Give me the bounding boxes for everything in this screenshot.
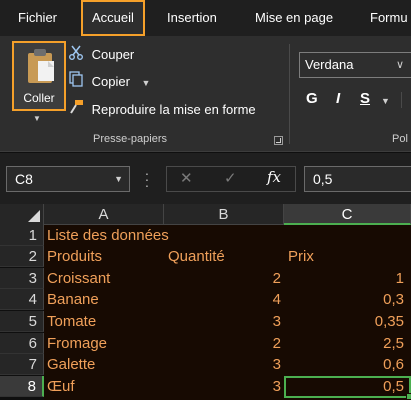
underline-dropdown-icon[interactable]: ▼ [381,96,390,106]
cut-button[interactable]: Couper [68,44,134,66]
font-name-value: Verdana [305,57,354,72]
paste-dropdown-icon[interactable]: ▼ [33,114,41,123]
cell-c3[interactable]: 1 [284,268,404,289]
row-header-1[interactable]: 1 [0,225,44,246]
copy-button[interactable]: Copier ▼ [68,71,150,93]
bold-button[interactable]: G [306,90,318,107]
copy-dropdown-icon[interactable]: ▼ [142,78,151,88]
cell-a4[interactable]: Banane [47,289,99,310]
active-cell-border[interactable] [284,376,411,400]
row-header-3[interactable]: 3 [0,268,44,289]
format-separator [401,92,402,108]
column-header-b[interactable]: B [164,204,284,225]
cancel-formula-icon[interactable]: ✕ [180,166,193,192]
row-header-8[interactable]: 8 [0,376,44,397]
column-header-c[interactable]: C [284,204,411,225]
tab-formules[interactable]: Formu [370,0,408,36]
format-painter-button[interactable]: Reproduire la mise en forme [68,99,256,121]
formula-bar-grip-icon[interactable]: · · · [144,166,150,192]
tab-mise-en-page[interactable]: Mise en page [255,0,333,36]
enter-formula-icon[interactable]: ✓ [224,166,237,192]
cell-a6[interactable]: Fromage [47,333,107,354]
tab-accueil[interactable]: Accueil [81,0,145,36]
clipboard-dialog-launcher-icon[interactable] [274,136,283,145]
cell-a1[interactable]: Liste des données [47,225,169,246]
cell-c2[interactable]: Prix [288,246,314,267]
copy-label: Copier [91,74,130,89]
cell-a5[interactable]: Tomate [47,311,96,332]
tab-insertion[interactable]: Insertion [167,0,217,36]
italic-button[interactable]: I [336,90,340,107]
ribbon-tab-bar: Fichier Accueil Insertion Mise en page F… [0,0,411,36]
copy-icon [68,71,88,94]
cell-b8[interactable]: 3 [164,376,281,397]
cell-b6[interactable]: 2 [164,333,281,354]
cell-b2[interactable]: Quantité [168,246,225,267]
row-header-6[interactable]: 6 [0,333,44,354]
ribbon-separator [289,44,290,144]
cell-b7[interactable]: 3 [164,354,281,375]
format-painter-label: Reproduire la mise en forme [91,102,256,117]
cut-label: Couper [91,47,135,62]
scissors-icon [68,44,88,67]
cell-a8[interactable]: Œuf [47,376,75,397]
formula-input[interactable]: 0,5 [304,166,411,192]
select-all-button[interactable] [0,204,44,225]
row-header-5[interactable]: 5 [0,311,44,332]
row-header-2[interactable]: 2 [0,246,44,267]
cell-c5[interactable]: 0,35 [284,311,404,332]
font-name-select[interactable]: Verdana ∨ [299,52,411,78]
tab-fichier[interactable]: Fichier [18,0,57,36]
name-box[interactable]: C8 ▼ [6,166,130,192]
clipboard-group-label: Presse-papiers [93,133,167,145]
cell-a3[interactable]: Croissant [47,268,110,289]
formula-value: 0,5 [313,171,333,187]
clipboard-icon [24,47,56,90]
format-painter-icon [68,99,88,122]
cell-c6[interactable]: 2,5 [284,333,404,354]
font-group-label: Pol [392,133,408,145]
cell-b4[interactable]: 4 [164,289,281,310]
paste-label: Coller [23,91,55,105]
row-header-4[interactable]: 4 [0,289,44,310]
column-header-a[interactable]: A [44,204,164,225]
paste-button[interactable]: Coller [12,41,66,111]
row-header-7[interactable]: 7 [0,354,44,375]
underline-button[interactable]: S [360,90,370,107]
chevron-down-icon: ▼ [114,174,123,184]
cell-a7[interactable]: Galette [47,354,95,375]
cell-a2[interactable]: Produits [47,246,102,267]
cell-b3[interactable]: 2 [164,268,281,289]
chevron-down-icon: ∨ [396,59,405,71]
cell-c4[interactable]: 0,3 [284,289,404,310]
cell-b5[interactable]: 3 [164,311,281,332]
cell-c7[interactable]: 0,6 [284,354,404,375]
name-box-value: C8 [15,171,33,187]
insert-function-button[interactable]: fx [267,168,281,186]
